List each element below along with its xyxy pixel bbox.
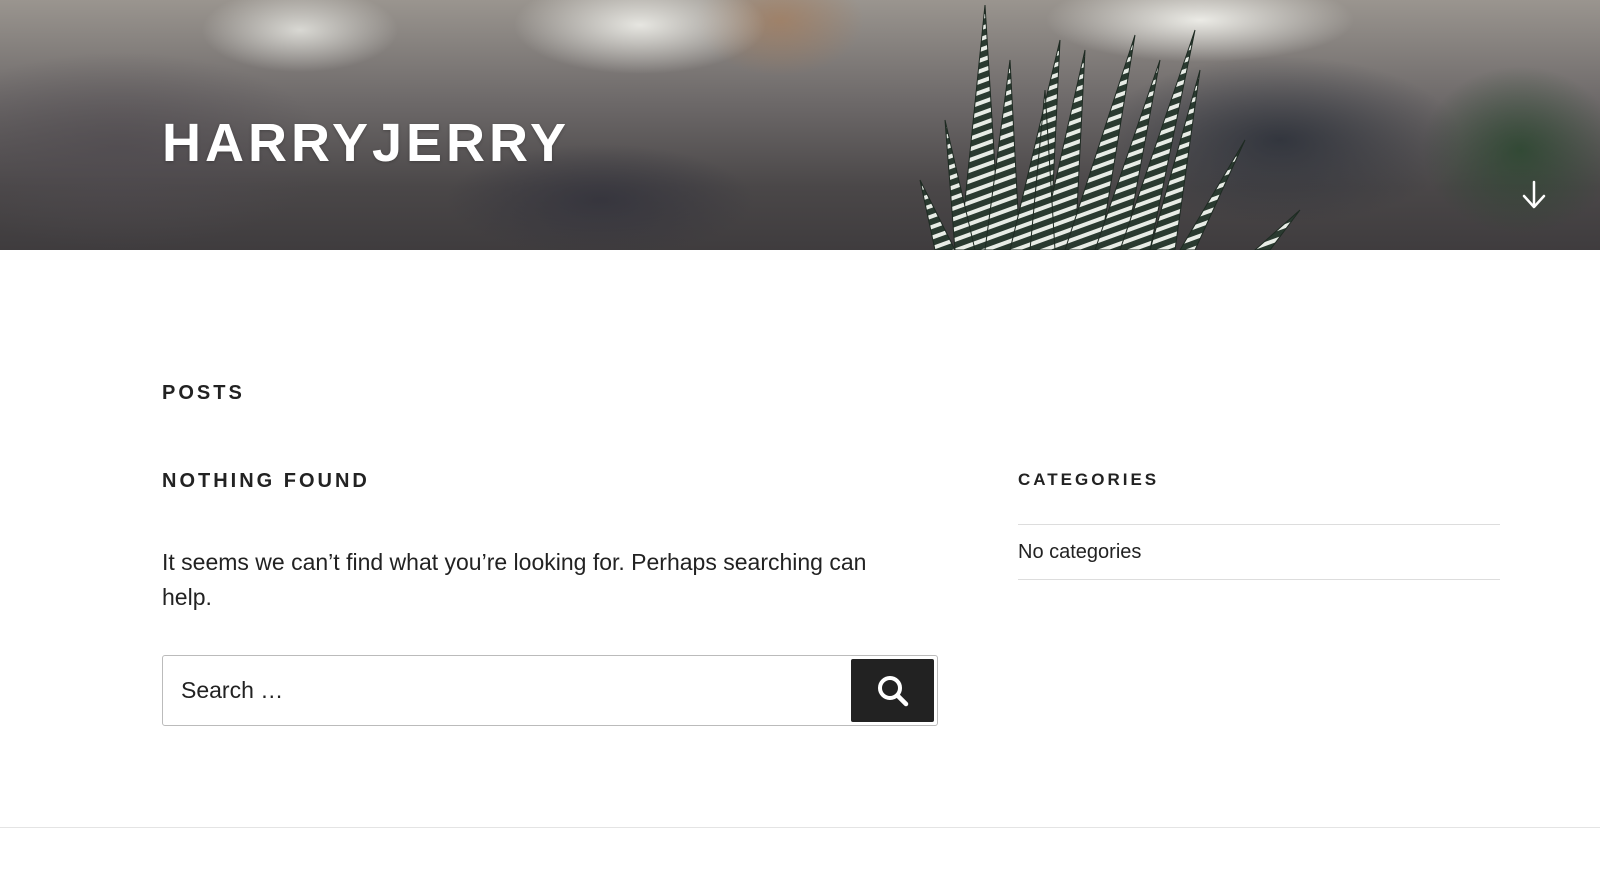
arrow-down-icon[interactable] bbox=[1520, 180, 1548, 210]
footer-divider bbox=[0, 827, 1600, 828]
search-input[interactable] bbox=[163, 656, 843, 725]
main-content: NOTHING FOUND It seems we can’t find wha… bbox=[162, 470, 938, 726]
site-title[interactable]: HARRYJERRY bbox=[162, 112, 570, 174]
section-title: NOTHING FOUND bbox=[162, 470, 370, 492]
site-header: HARRYJERRY bbox=[0, 0, 1600, 250]
sidebar: CATEGORIES No categories bbox=[1018, 470, 1500, 580]
not-found-message: It seems we can’t find what you’re looki… bbox=[162, 549, 867, 610]
search-form bbox=[162, 655, 938, 726]
categories-list: No categories bbox=[1018, 524, 1500, 580]
page-title: POSTS bbox=[162, 382, 245, 404]
search-icon bbox=[877, 675, 908, 706]
search-button[interactable] bbox=[851, 659, 934, 722]
list-item: No categories bbox=[1018, 525, 1500, 580]
categories-widget-title: CATEGORIES bbox=[1018, 470, 1160, 489]
